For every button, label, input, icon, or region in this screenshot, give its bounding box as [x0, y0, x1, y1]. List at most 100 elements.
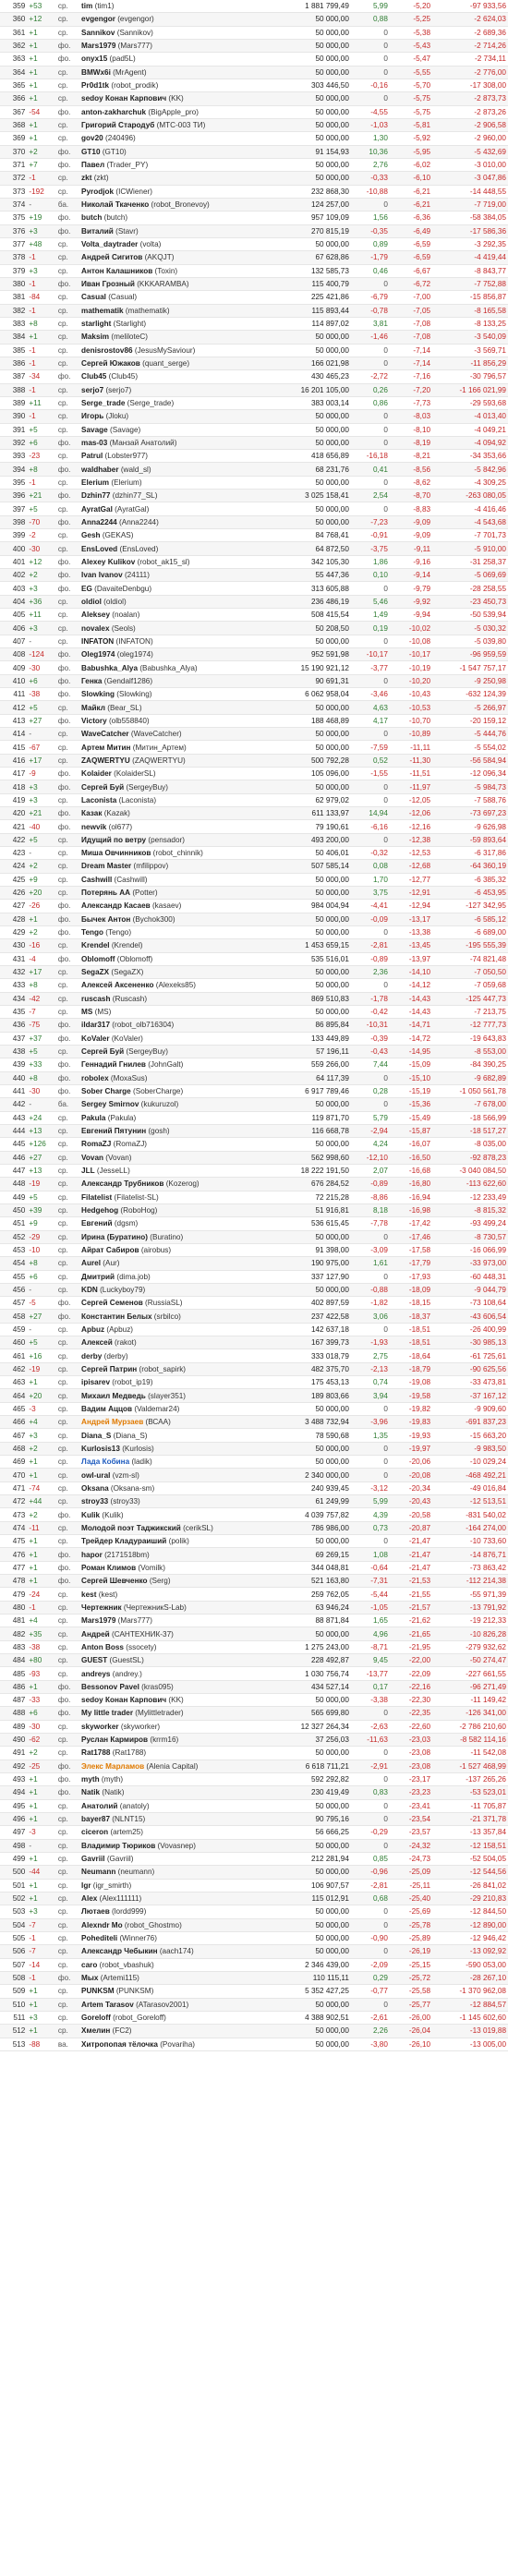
trader-name-link[interactable]: Потерянь АА: [81, 889, 130, 897]
trader-name-link[interactable]: evgengor: [81, 15, 115, 23]
trader-name-link[interactable]: Babushka_Alya: [81, 664, 138, 672]
trader-name-link[interactable]: Mars1979: [81, 42, 115, 50]
trader-name-link[interactable]: Алексей Аксененко: [81, 981, 153, 989]
trader-name-link[interactable]: Sober Charge: [81, 1087, 131, 1095]
trader-name-link[interactable]: Diana_S: [81, 1432, 111, 1440]
trader-name-link[interactable]: gov20: [81, 134, 103, 142]
trader-name-link[interactable]: onyx15: [81, 54, 107, 63]
trader-name-link[interactable]: Artem Tarasov: [81, 2001, 134, 2009]
trader-name-link[interactable]: KDN: [81, 1286, 98, 1294]
trader-name-link[interactable]: Laconista: [81, 796, 116, 804]
trader-name-link[interactable]: Вадим Аццов: [81, 1405, 132, 1413]
trader-name-link[interactable]: ciceron: [81, 1828, 108, 1836]
trader-name-link[interactable]: Сергей Семенов: [81, 1299, 143, 1307]
trader-name-link[interactable]: andreys: [81, 1670, 110, 1678]
trader-name-link[interactable]: Андрей Сигитов: [81, 253, 142, 261]
trader-name-link[interactable]: Anton Boss: [81, 1643, 124, 1651]
trader-name-link[interactable]: Sannikov: [81, 29, 115, 37]
trader-name-link[interactable]: Cashwill: [81, 876, 112, 884]
trader-name-link[interactable]: MS: [81, 1008, 92, 1016]
trader-name-link[interactable]: Григорий Стародуб: [81, 121, 154, 129]
trader-name-link[interactable]: skyworker: [81, 1723, 119, 1731]
trader-name-link[interactable]: Трейдер Кладураиший: [81, 1537, 166, 1545]
trader-name-link[interactable]: Vovan: [81, 1154, 103, 1162]
trader-name-link[interactable]: Дмитрий: [81, 1273, 115, 1281]
trader-name-link[interactable]: BMWx6i: [81, 68, 111, 77]
trader-name-link[interactable]: Rat1788: [81, 1748, 110, 1757]
trader-name-link[interactable]: Tengo: [81, 928, 103, 937]
trader-name-link[interactable]: Евгений: [81, 1219, 112, 1228]
trader-name-link[interactable]: Apbuz: [81, 1325, 104, 1334]
trader-name-link[interactable]: My little trader: [81, 1709, 133, 1717]
trader-name-link[interactable]: myth: [81, 1775, 100, 1784]
trader-name-link[interactable]: Pakula: [81, 1114, 105, 1122]
trader-name-link[interactable]: RomaZJ: [81, 1140, 111, 1148]
trader-name-link[interactable]: Kolaider: [81, 769, 112, 778]
trader-name-link[interactable]: Константин Белых: [81, 1312, 151, 1321]
trader-name-link[interactable]: ipisarev: [81, 1378, 110, 1386]
trader-name-link[interactable]: Иван Грозный: [81, 280, 135, 288]
trader-name-link[interactable]: derby: [81, 1352, 102, 1361]
trader-name-link[interactable]: Kulik: [81, 1511, 100, 1519]
trader-name-link[interactable]: Neumann: [81, 1868, 115, 1876]
trader-name-link[interactable]: Хитропопая тёлочка: [81, 2040, 158, 2049]
trader-name-link[interactable]: ZAQWERTYU: [81, 756, 130, 765]
trader-name-link[interactable]: Mars1979: [81, 1616, 115, 1625]
trader-name-link[interactable]: Сергей Патрин: [81, 1365, 137, 1373]
trader-name-link[interactable]: Руслан Кармиров: [81, 1735, 148, 1744]
trader-name-link[interactable]: KoValer: [81, 1034, 110, 1043]
trader-name-link[interactable]: Элекс Марламов: [81, 1762, 144, 1771]
trader-name-link[interactable]: GT10: [81, 148, 100, 156]
trader-name-link[interactable]: waldhaber: [81, 466, 119, 474]
trader-name-link[interactable]: Oblomoff: [81, 955, 115, 963]
trader-name-link[interactable]: Артем Митин: [81, 744, 130, 752]
trader-name-link[interactable]: oldiol: [81, 598, 102, 606]
trader-name-link[interactable]: Геннадий Гнилев: [81, 1060, 146, 1069]
trader-name-link[interactable]: Kurlosis13: [81, 1445, 120, 1453]
trader-name-link[interactable]: owl-ural: [81, 1471, 110, 1480]
trader-name-link[interactable]: Pr0d1tk: [81, 81, 109, 90]
trader-name-link[interactable]: Igr: [81, 1881, 91, 1890]
trader-name-link[interactable]: denisrostov86: [81, 346, 133, 355]
trader-name-link[interactable]: Ирина (Буратино): [81, 1233, 148, 1241]
trader-name-link[interactable]: Gesh: [81, 531, 100, 539]
trader-name-link[interactable]: Alexndr Mo: [81, 1921, 123, 1929]
trader-name-link[interactable]: Майкл: [81, 704, 105, 712]
trader-name-link[interactable]: kest: [81, 1590, 96, 1599]
trader-name-link[interactable]: Андрей Мурзаев: [81, 1418, 143, 1426]
trader-name-link[interactable]: Filatelist: [81, 1193, 112, 1202]
trader-name-link[interactable]: Сергей Буй: [81, 1047, 124, 1056]
trader-name-link[interactable]: Oksana: [81, 1484, 109, 1493]
trader-name-link[interactable]: PUNKSM: [81, 1987, 114, 1995]
trader-name-link[interactable]: Николай Ткаченко: [81, 200, 149, 209]
trader-name-link[interactable]: anton-zakharchuk: [81, 108, 146, 116]
trader-name-link[interactable]: Генка: [81, 677, 102, 685]
trader-name-link[interactable]: serjo7: [81, 386, 103, 394]
trader-name-link[interactable]: Хмелин: [81, 2026, 110, 2035]
trader-name-link[interactable]: Павел: [81, 161, 104, 169]
trader-name-link[interactable]: INFATON: [81, 637, 114, 646]
trader-name-link[interactable]: butch: [81, 213, 102, 222]
trader-name-link[interactable]: Pohediteli: [81, 1934, 117, 1942]
trader-name-link[interactable]: robolex: [81, 1074, 109, 1082]
trader-name-link[interactable]: AyratGal: [81, 505, 113, 514]
trader-name-link[interactable]: Бычек Антон: [81, 915, 130, 924]
trader-name-link[interactable]: newvik: [81, 823, 106, 831]
trader-name-link[interactable]: EnsLoved: [81, 545, 117, 553]
trader-name-link[interactable]: Alexey Kulikov: [81, 558, 135, 566]
trader-name-link[interactable]: Михаил Медведь: [81, 1392, 146, 1400]
trader-name-link[interactable]: Pyrodjok: [81, 187, 114, 196]
trader-name-link[interactable]: bayer87: [81, 1815, 110, 1823]
trader-name-link[interactable]: Андрей: [81, 1630, 110, 1639]
trader-name-link[interactable]: Anna2244: [81, 518, 117, 526]
trader-name-link[interactable]: Идущий по ветру: [81, 836, 146, 844]
trader-name-link[interactable]: Чертежник: [81, 1603, 122, 1612]
trader-name-link[interactable]: Patrul: [81, 452, 103, 460]
trader-name-link[interactable]: Club45: [81, 372, 106, 381]
trader-name-link[interactable]: Dream Master: [81, 862, 131, 870]
trader-name-link[interactable]: mas-03: [81, 439, 107, 447]
trader-name-link[interactable]: Krendel: [81, 941, 109, 949]
trader-name-link[interactable]: Александр Чебыкин: [81, 1947, 158, 1955]
trader-name-link[interactable]: mathematik: [81, 307, 124, 315]
trader-name-link[interactable]: Миша Овчинников: [81, 849, 151, 857]
